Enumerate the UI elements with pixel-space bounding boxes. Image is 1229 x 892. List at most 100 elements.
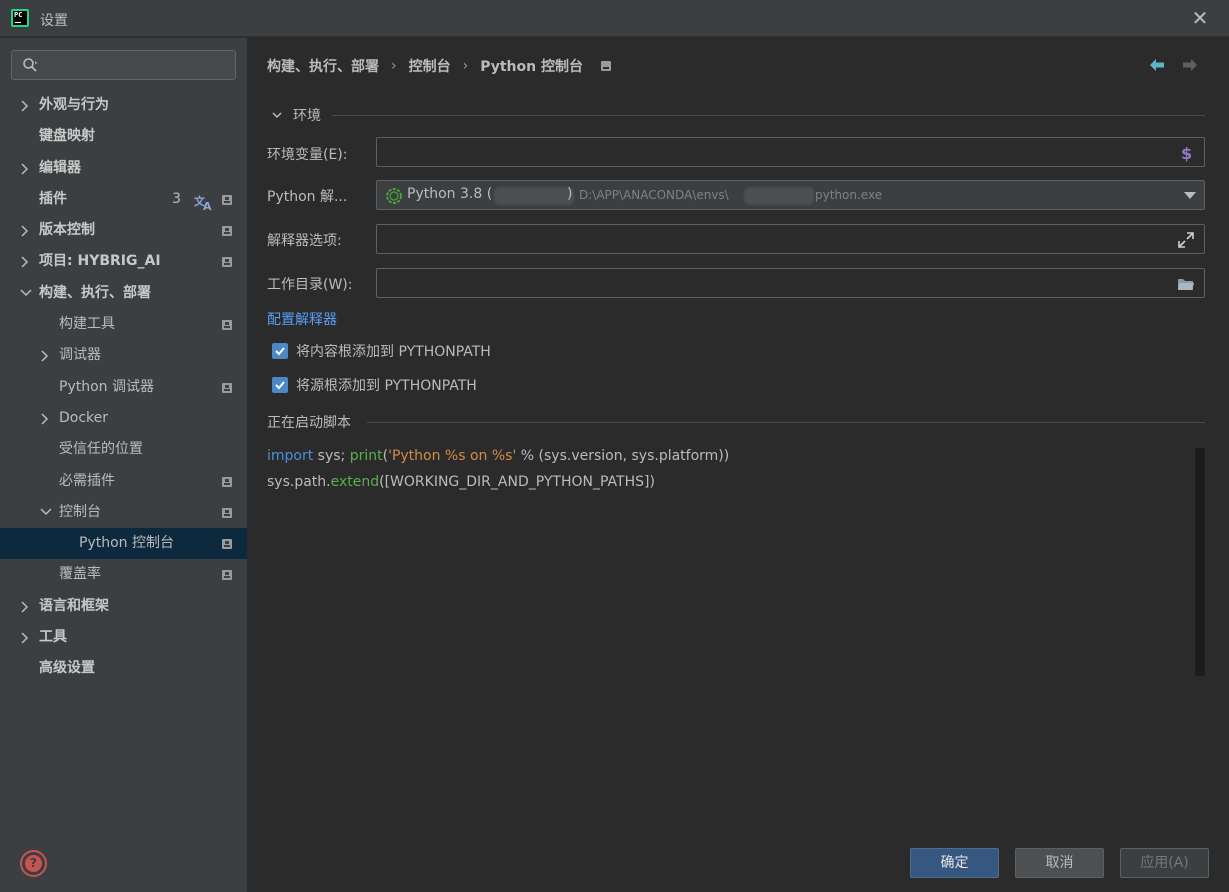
breadcrumb-item[interactable]: 构建、执行、部署 xyxy=(267,56,379,76)
sidebar-item[interactable]: 版本控制 xyxy=(0,215,247,246)
sidebar-item[interactable]: 键盘映射 xyxy=(0,121,247,152)
project-icon xyxy=(222,382,232,393)
checkbox-checked[interactable] xyxy=(272,377,288,393)
chevron-right-icon[interactable] xyxy=(20,591,32,622)
close-icon[interactable]: ✕ xyxy=(1189,7,1211,29)
sidebar-item[interactable]: 编辑器 xyxy=(0,153,247,184)
editor-scrollbar[interactable] xyxy=(1195,448,1205,676)
sidebar-item-label: 高级设置 xyxy=(39,660,95,677)
sidebar-item[interactable]: 插件 3 文 A xyxy=(0,184,247,215)
checkbox-checked[interactable] xyxy=(272,343,288,359)
sidebar-item[interactable]: 控制台 xyxy=(0,497,247,528)
pycharm-app-icon: PC xyxy=(11,9,29,27)
window-title: 设置 xyxy=(40,13,68,29)
working-dir-field[interactable] xyxy=(376,268,1205,298)
project-icon xyxy=(222,476,232,487)
startup-script-editor[interactable]: import sys; print('Python %s on %s' % (s… xyxy=(267,448,1205,676)
sidebar-item[interactable]: 语言和框架 xyxy=(0,591,247,622)
section-title: 正在启动脚本 xyxy=(267,415,351,431)
project-icon xyxy=(222,507,232,518)
env-vars-field[interactable]: $ xyxy=(376,137,1205,167)
sidebar-item-label: 覆盖率 xyxy=(59,566,101,583)
settings-tree: 外观与行为 键盘映射 编辑器 插件 3 文 A 版本控制 项目: HYBRIG_AI 构建、执行、… xyxy=(0,90,247,685)
svg-text:$: $ xyxy=(1181,144,1192,163)
arrow-left-icon[interactable] xyxy=(1148,56,1166,74)
interpreter-select[interactable]: Python 3.8 ( ) D:\APP\ANACONDA\envs\ pyt… xyxy=(376,180,1205,210)
chevron-right-icon[interactable] xyxy=(20,246,32,277)
code-line: sys.path.extend([WORKING_DIR_AND_PYTHON_… xyxy=(267,474,655,490)
folder-icon[interactable] xyxy=(1176,274,1196,294)
plugin-count-badge: 3 xyxy=(172,190,181,207)
sidebar-item[interactable]: 外观与行为 xyxy=(0,90,247,121)
arrow-right-icon[interactable] xyxy=(1181,56,1199,74)
redacted-region xyxy=(494,187,574,205)
section-title: 环境 xyxy=(293,108,321,124)
sidebar-item[interactable]: 必需插件 xyxy=(0,466,247,497)
chevron-right-icon[interactable] xyxy=(20,622,32,653)
sidebar-item[interactable]: 受信任的位置 xyxy=(0,434,247,465)
chevron-right-icon[interactable] xyxy=(20,153,32,184)
sidebar-item[interactable]: 高级设置 xyxy=(0,653,247,684)
breadcrumb-item[interactable]: 控制台 xyxy=(409,56,451,76)
sidebar-item[interactable]: 工具 xyxy=(0,622,247,653)
sidebar-item-label: Python 调试器 xyxy=(59,378,154,395)
breadcrumb: 构建、执行、部署 › 控制台 › Python 控制台 xyxy=(267,56,611,76)
ok-button[interactable]: 确定 xyxy=(910,848,999,878)
checkbox-content-roots[interactable]: 将内容根添加到 PYTHONPATH xyxy=(272,341,491,361)
sidebar-item-label: 语言和框架 xyxy=(39,597,109,614)
sidebar-item-label: Docker xyxy=(59,409,109,426)
sidebar-item[interactable]: 项目: HYBRIG_AI xyxy=(0,246,247,277)
working-dir-label: 工作目录(W): xyxy=(267,277,353,293)
sidebar-item-label: Python 控制台 xyxy=(79,535,174,552)
conda-icon xyxy=(386,188,402,204)
sidebar-item-label: 插件 xyxy=(39,190,67,207)
sidebar-item[interactable]: 构建工具 xyxy=(0,309,247,340)
search-icon xyxy=(23,58,38,72)
section-startup-header: 正在启动脚本 xyxy=(267,412,351,432)
sidebar-item-label: 外观与行为 xyxy=(39,97,109,113)
sidebar-item[interactable]: Python 调试器 xyxy=(0,372,247,403)
project-icon xyxy=(222,320,232,331)
sidebar-item-label: 控制台 xyxy=(59,503,101,520)
project-icon xyxy=(600,61,611,71)
chevron-right-icon[interactable] xyxy=(20,90,32,121)
help-icon[interactable]: ? xyxy=(20,850,47,877)
sidebar-item-label: 工具 xyxy=(39,629,67,646)
dollar-icon[interactable]: $ xyxy=(1176,143,1196,163)
sidebar-item-label: 键盘映射 xyxy=(39,128,95,145)
search-input[interactable] xyxy=(48,55,228,75)
settings-sidebar: 外观与行为 键盘映射 编辑器 插件 3 文 A 版本控制 项目: HYBRIG_AI 构建、执行、… xyxy=(0,38,247,892)
interp-options-input[interactable] xyxy=(385,230,1165,248)
interp-options-field[interactable] xyxy=(376,224,1205,254)
interp-options-label: 解释器选项: xyxy=(267,233,342,249)
project-icon xyxy=(222,194,232,205)
sidebar-item-label: 编辑器 xyxy=(39,159,81,176)
configure-interpreter-link[interactable]: 配置解释器 xyxy=(267,309,337,329)
cancel-button[interactable]: 取消 xyxy=(1015,848,1104,878)
sidebar-item[interactable]: 构建、执行、部署 xyxy=(0,278,247,309)
chevron-right-icon[interactable] xyxy=(20,215,32,246)
project-icon xyxy=(222,539,232,550)
checkbox-source-roots[interactable]: 将源根添加到 PYTHONPATH xyxy=(272,375,477,395)
section-environment-header[interactable]: 环境 xyxy=(267,105,321,125)
sidebar-item[interactable]: 调试器 xyxy=(0,340,247,371)
apply-button[interactable]: 应用(A) xyxy=(1120,848,1209,878)
working-dir-input[interactable] xyxy=(385,274,1165,292)
project-icon xyxy=(222,226,232,237)
chevron-right-icon[interactable] xyxy=(40,340,52,371)
sidebar-item[interactable]: 覆盖率 xyxy=(0,559,247,590)
sidebar-item[interactable]: Docker xyxy=(0,403,247,434)
expand-icon[interactable] xyxy=(1176,230,1196,250)
sidebar-item-label: 调试器 xyxy=(59,347,101,364)
chevron-down-icon[interactable] xyxy=(40,497,52,528)
redacted-region xyxy=(744,187,814,205)
sidebar-item-label: 项目: HYBRIG_AI xyxy=(39,253,161,270)
chevron-down-icon[interactable] xyxy=(20,278,32,309)
checkmark-icon xyxy=(275,381,285,390)
chevron-right-icon[interactable] xyxy=(40,403,52,434)
env-vars-input[interactable] xyxy=(385,143,1165,161)
sidebar-item[interactable]: Python 控制台 xyxy=(0,528,247,560)
chevron-down-icon xyxy=(272,112,282,119)
sidebar-item-label: 构建工具 xyxy=(59,316,115,333)
search-field[interactable] xyxy=(11,50,236,80)
